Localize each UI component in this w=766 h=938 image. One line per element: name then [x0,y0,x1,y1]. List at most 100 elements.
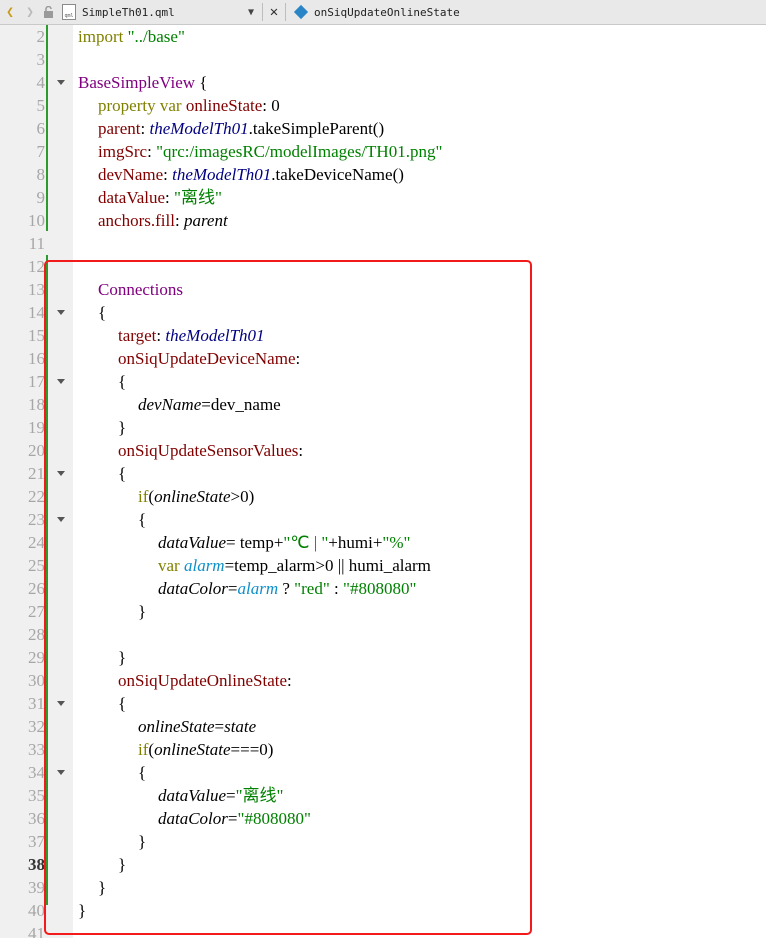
code-token: : [147,142,157,161]
code-token: "qrc:/imagesRC/modelImages/TH01.png" [156,142,443,161]
fold-arrow-icon[interactable] [56,370,66,393]
code-token: theModelTh01 [172,165,272,184]
code-token: parent [98,119,141,138]
code-line[interactable]: devName: theModelTh01.takeDeviceName() [98,163,404,186]
line-number: 37 [28,832,45,851]
code-editor[interactable]: import "../base" BaseSimpleView {property… [73,25,766,938]
gutter-line: 35 [0,784,73,807]
code-token: imgSrc [98,142,148,161]
code-line[interactable]: imgSrc: "qrc:/imagesRC/modelImages/TH01.… [98,140,442,163]
code-line[interactable]: anchors.fill: parent [98,209,228,232]
line-number: 11 [28,234,45,253]
forward-arrow-icon[interactable]: ❯ [20,0,40,25]
code-token: } [78,901,87,920]
line-number: 6 [36,119,46,138]
line-number: 40 [28,901,45,920]
code-line[interactable]: } [118,416,126,439]
code-line[interactable]: } [78,899,86,922]
line-number: 15 [28,326,45,345]
code-line[interactable]: } [138,830,146,853]
gutter-line: 25 [0,554,73,577]
line-number: 13 [28,280,45,299]
code-line[interactable]: import "../base" [78,25,185,48]
line-number: 33 [28,740,45,759]
gutter-line: 33 [0,738,73,761]
code-line[interactable]: } [118,853,126,876]
gutter-line: 19 [0,416,73,439]
gutter-line: 7 [0,140,73,163]
gutter-line: 11 [0,232,73,255]
code-line[interactable]: onSiqUpdateSensorValues: [118,439,303,462]
lock-icon[interactable] [40,0,56,25]
code-token: { [98,303,107,322]
code-line[interactable]: devName=dev_name [138,393,281,416]
code-line[interactable]: } [98,876,106,899]
code-line[interactable]: property var onlineState: 0 [98,94,280,117]
gutter-line: 5 [0,94,73,117]
toolbar-divider [285,3,286,21]
gutter-line: 16 [0,347,73,370]
code-line[interactable]: { [118,462,126,485]
code-line[interactable]: parent: theModelTh01.takeSimpleParent() [98,117,384,140]
code-token: property var [98,96,186,115]
gutter-line: 8 [0,163,73,186]
back-arrow-icon[interactable]: ❮ [0,0,20,25]
line-number: 26 [28,579,45,598]
code-token: parent [183,211,228,230]
code-line[interactable]: if(onlineState>0) [138,485,254,508]
code-line[interactable]: dataValue="离线" [158,784,283,807]
code-line[interactable]: { [98,301,106,324]
code-token: { [118,464,127,483]
code-token: anchors.fill [98,211,175,230]
fold-arrow-icon[interactable] [56,71,66,94]
fold-arrow-icon[interactable] [56,692,66,715]
code-line[interactable]: } [138,600,146,623]
gutter-line: 30 [0,669,73,692]
code-line[interactable]: dataColor=alarm ? "red" : "#808080" [158,577,416,600]
code-line[interactable]: { [138,761,146,784]
code-line[interactable]: dataValue: "离线" [98,186,222,209]
code-token: if [138,487,149,506]
code-line[interactable]: { [118,692,126,715]
gutter-line: 28 [0,623,73,646]
code-token: } [98,878,107,897]
code-line[interactable]: if(onlineState===0) [138,738,273,761]
fold-arrow-icon[interactable] [56,761,66,784]
code-token: } [118,418,127,437]
code-line[interactable]: } [118,646,126,669]
code-line[interactable]: BaseSimpleView { [78,71,207,94]
code-line[interactable]: onSiqUpdateDeviceName: [118,347,300,370]
gutter-line: 3 [0,48,73,71]
code-line[interactable]: dataColor="#808080" [158,807,311,830]
code-token: { [118,372,127,391]
line-number: 10 [28,211,45,230]
code-token: =temp_alarm>0 || humi_alarm [224,556,431,575]
current-symbol-label[interactable]: onSiqUpdateOnlineState [314,6,460,19]
line-number-gutter[interactable]: 2 3 4 5 6 7 8 9 10 11 12 13 14 15 16 17 18 19 20 21 22 23 24 25… [0,25,73,938]
code-line[interactable]: onSiqUpdateOnlineState: [118,669,292,692]
file-name-label[interactable]: SimpleTh01.qml [82,6,242,19]
fold-arrow-icon[interactable] [56,508,66,531]
close-icon[interactable]: ✕ [265,4,283,20]
gutter-line: 12 [0,255,73,278]
code-token: } [118,855,127,874]
chevron-down-icon[interactable]: ▼ [242,7,260,18]
line-number: 14 [28,303,45,322]
code-line[interactable]: Connections [98,278,183,301]
code-token: : [329,579,343,598]
code-token: ===0) [230,740,274,759]
code-token: = [226,786,236,805]
code-token: Connections [98,280,183,299]
code-line[interactable]: { [118,370,126,393]
code-line[interactable]: target: theModelTh01 [118,324,265,347]
code-line[interactable]: { [138,508,146,531]
code-line[interactable]: var alarm=temp_alarm>0 || humi_alarm [158,554,431,577]
code-token: = [214,717,225,736]
code-line[interactable]: onlineState=state [138,715,256,738]
code-token: : [287,671,292,690]
fold-arrow-icon[interactable] [56,462,66,485]
gutter-line: 26 [0,577,73,600]
gutter-line: 21 [0,462,73,485]
code-line[interactable]: dataValue= temp+"℃ | "+humi+"%" [158,531,410,554]
fold-arrow-icon[interactable] [56,301,66,324]
